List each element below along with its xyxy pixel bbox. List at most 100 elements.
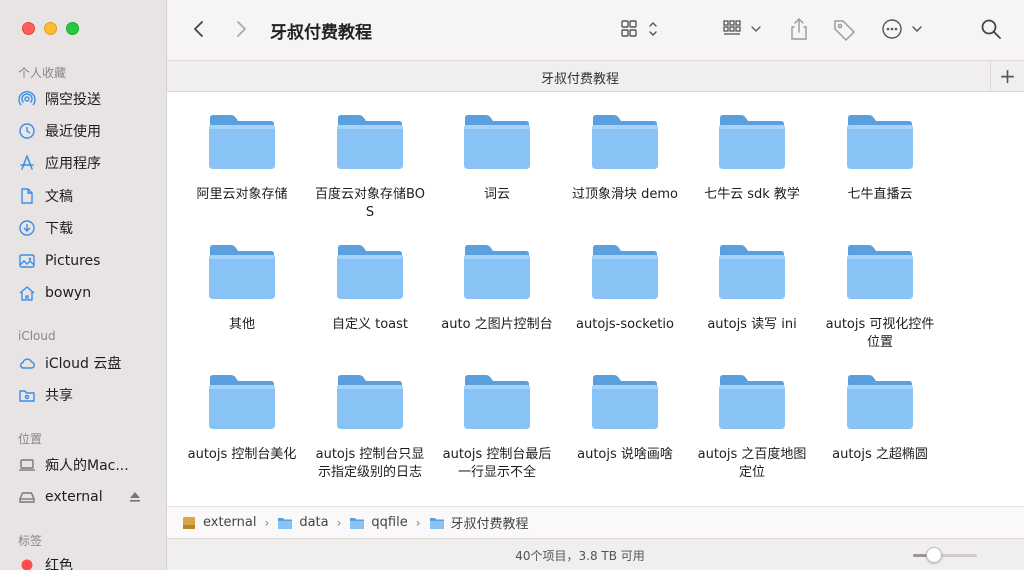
forward-icon[interactable]: [229, 18, 251, 40]
folder-icon: [590, 244, 660, 304]
folder-name: 词云: [483, 187, 510, 202]
share-icon: [791, 18, 807, 40]
folder-item[interactable]: 七牛云 sdk 教学: [689, 114, 815, 204]
folder-item[interactable]: autojs 控制台只显示指定级别的日志: [307, 374, 433, 482]
share-button[interactable]: [787, 16, 811, 42]
file-grid-view: 阿里云对象存储 百度云对象存储BOS 词云 过顶象滑块 demo 七牛云 sdk 教学 七…: [167, 92, 1024, 506]
path-separator: ›: [264, 515, 270, 530]
group-icon: [723, 20, 761, 35]
folder-name: auto 之图片控制台: [441, 317, 553, 332]
folder-item[interactable]: 过顶象滑块 demo: [562, 114, 688, 204]
sidebar-item-airdrop[interactable]: 隔空投送: [18, 87, 158, 111]
folder-name: autojs 说啥画啥: [577, 447, 673, 462]
pictures-icon: [18, 252, 36, 270]
ellipsis-icon: [882, 19, 922, 39]
sidebar-item-label: 隔空投送: [45, 92, 101, 108]
shared-folder-icon: [18, 386, 36, 404]
zoom-button[interactable]: [66, 22, 79, 35]
folder-item[interactable]: 阿里云对象存储: [179, 114, 305, 204]
sidebar-item-documents[interactable]: 文稿: [18, 184, 158, 208]
folder-name: 七牛云 sdk 教学: [704, 187, 800, 202]
sidebar: 个人收藏 隔空投送 最近使用 应用程序 文稿 下载 Pictures bowyn…: [0, 0, 167, 570]
folder-icon: [462, 114, 532, 174]
folder-item[interactable]: autojs 读写 ini: [689, 244, 815, 334]
folder-name: 自定义 toast: [331, 317, 409, 332]
folder-item[interactable]: autojs 可视化控件位置: [817, 244, 943, 352]
sidebar-item-label: iCloud 云盘: [45, 356, 122, 372]
search-button[interactable]: [979, 16, 1003, 42]
sidebar-item-icloud-drive[interactable]: iCloud 云盘: [18, 351, 158, 375]
tab-title[interactable]: 牙叔付费教程: [167, 68, 993, 87]
close-button[interactable]: [22, 22, 35, 35]
folder-name: autojs 之超椭圆: [832, 447, 928, 462]
folder-icon: [462, 374, 532, 434]
eject-icon[interactable]: [128, 490, 142, 504]
drive-icon: [183, 516, 195, 529]
folder-item[interactable]: 自定义 toast: [307, 244, 433, 334]
folder-icon: [335, 374, 405, 434]
path-crumb[interactable]: data: [277, 515, 329, 530]
slider-knob[interactable]: [926, 547, 942, 563]
download-icon: [18, 219, 36, 237]
path-crumb[interactable]: qqfile: [349, 515, 408, 530]
toolbar: 牙叔付费教程: [167, 0, 1024, 60]
sidebar-item-red-tag[interactable]: 红色: [18, 553, 158, 570]
finder-window: 个人收藏 隔空投送 最近使用 应用程序 文稿 下载 Pictures bowyn…: [0, 0, 1024, 570]
folder-name: autojs 控制台最后一行显示不全: [442, 447, 552, 480]
folder-item[interactable]: autojs 控制台最后一行显示不全: [434, 374, 560, 482]
sidebar-item-mac[interactable]: 痴人的Mac...: [18, 453, 158, 477]
folder-name: autojs-socketio: [576, 317, 674, 332]
folder-name: 百度云对象存储BOS: [315, 187, 425, 220]
more-actions-button[interactable]: [880, 16, 924, 42]
search-icon: [981, 19, 1001, 39]
folder-icon: [462, 244, 532, 304]
folder-item[interactable]: 七牛直播云: [817, 114, 943, 204]
sidebar-item-shared[interactable]: 共享: [18, 383, 158, 407]
clock-icon: [18, 122, 36, 140]
new-tab-button[interactable]: +: [990, 61, 1024, 91]
sidebar-item-label: 红色: [45, 558, 73, 570]
folder-item[interactable]: 百度云对象存储BOS: [307, 114, 433, 222]
folder-item[interactable]: 其他: [179, 244, 305, 334]
sidebar-item-applications[interactable]: 应用程序: [18, 151, 158, 175]
view-mode-button[interactable]: [619, 16, 659, 42]
path-crumb[interactable]: external: [181, 515, 257, 530]
path-bar: external › data › qqfile › 牙叔付费教程: [167, 506, 1024, 538]
folder-icon: [335, 114, 405, 174]
document-icon: [18, 187, 36, 205]
sidebar-item-recents[interactable]: 最近使用: [18, 119, 158, 143]
folder-item[interactable]: auto 之图片控制台: [434, 244, 560, 334]
crumb-label: 牙叔付费教程: [450, 517, 529, 532]
minimize-button[interactable]: [44, 22, 57, 35]
sidebar-section-title: 标签: [18, 534, 43, 548]
folder-item[interactable]: autojs 控制台美化: [179, 374, 305, 464]
grid-view-icon: [621, 20, 657, 37]
folder-name: autojs 读写 ini: [707, 317, 797, 332]
icon-size-slider[interactable]: [913, 547, 977, 563]
folder-icon: [207, 374, 277, 434]
sidebar-item-label: external: [45, 489, 103, 505]
folder-icon: [207, 244, 277, 304]
group-button[interactable]: [721, 16, 767, 42]
folder-item[interactable]: autojs 之超椭圆: [817, 374, 943, 464]
sidebar-item-label: 下载: [45, 221, 73, 237]
sidebar-item-pictures[interactable]: Pictures: [18, 249, 158, 273]
folder-item[interactable]: autojs-socketio: [562, 244, 688, 334]
laptop-icon: [18, 456, 36, 474]
folder-icon: [845, 374, 915, 434]
folder-icon: [845, 114, 915, 174]
path-crumb[interactable]: 牙叔付费教程: [429, 513, 529, 532]
sidebar-item-downloads[interactable]: 下载: [18, 216, 158, 240]
tags-button[interactable]: [831, 16, 859, 42]
folder-item[interactable]: 词云: [434, 114, 560, 204]
back-icon[interactable]: [189, 18, 211, 40]
drive-icon: [18, 488, 36, 506]
crumb-label: qqfile: [371, 515, 408, 530]
folder-item[interactable]: autojs 说啥画啥: [562, 374, 688, 464]
sidebar-item-label: bowyn: [45, 285, 92, 301]
crumb-label: external: [203, 515, 257, 530]
sidebar-item-home[interactable]: bowyn: [18, 281, 158, 305]
folder-icon: [207, 114, 277, 174]
folder-name: 七牛直播云: [847, 187, 913, 202]
folder-item[interactable]: autojs 之百度地图定位: [689, 374, 815, 482]
